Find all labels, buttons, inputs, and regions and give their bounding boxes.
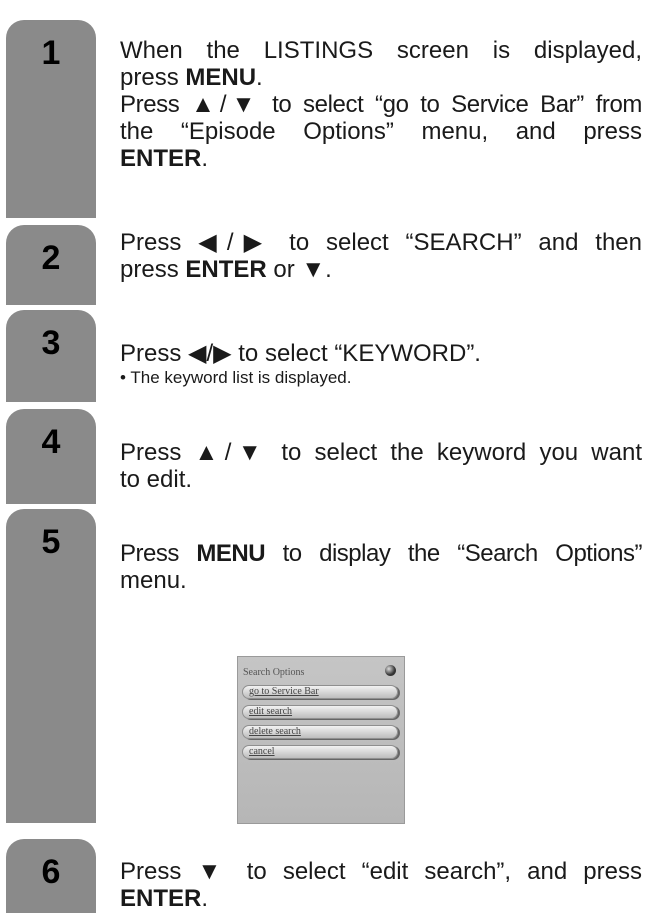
step-2-line-2: press ENTER or ▼. [120, 256, 332, 283]
step-4-line-2: to edit. [120, 466, 193, 493]
step-1-line-5: ENTER. [120, 145, 209, 172]
step-2-text: Press ◀/▶ to select “SEARCH” and then pr… [120, 229, 642, 283]
search-options-menu: Search Options go to Service Bar edit se… [237, 656, 405, 824]
step-1-text: When the LISTINGS screen is displayed, p… [120, 37, 642, 172]
step-1-number: 1 [41, 34, 61, 72]
enter-key: ENTER [120, 885, 202, 912]
step-1-tab: 1 [6, 20, 96, 218]
step-4-number: 4 [41, 423, 61, 461]
step-3-tab: 3 [6, 310, 96, 402]
menu-item-go-to-service-bar[interactable]: go to Service Bar [242, 685, 398, 699]
step-3-text: Press ◀/▶ to select “KEYWORD”. • The key… [120, 340, 642, 388]
step-5-tab: 5 [6, 509, 96, 823]
step-5-line-2: menu. [120, 567, 187, 594]
step-5-text: Press MENU to display the “Search Option… [120, 540, 642, 594]
step-2-number: 2 [41, 239, 61, 277]
step-1-line-2: press MENU. [120, 64, 263, 91]
step-6-number: 6 [41, 853, 61, 891]
step-1-line-1: When the LISTINGS screen is displayed, [120, 37, 642, 64]
step-1-line-4: the “Episode Options” menu, and press [120, 118, 642, 145]
menu-item-edit-search[interactable]: edit search [242, 705, 398, 719]
step-4-text: Press ▲/▼ to select the keyword you want… [120, 439, 642, 493]
step-6-text: Press ▼ to select “edit search”, and pre… [120, 858, 642, 912]
step-6-tab: 6 [6, 839, 96, 913]
step-2-tab: 2 [6, 225, 96, 305]
enter-key: ENTER [120, 145, 202, 172]
step-5-number: 5 [41, 523, 61, 561]
step-2-line-1: Press ◀/▶ to select “SEARCH” and then [120, 229, 642, 256]
step-4-line-1: Press ▲/▼ to select the keyword you want [120, 439, 642, 466]
search-options-title: Search Options [243, 667, 305, 678]
step-3-line-1: Press ◀/▶ to select “KEYWORD”. [120, 340, 481, 367]
step-5-line-1: Press MENU to display the “Search Option… [120, 540, 642, 567]
step-3-number: 3 [41, 324, 61, 362]
step-4-tab: 4 [6, 409, 96, 504]
menu-item-cancel[interactable]: cancel [242, 745, 398, 759]
enter-key: ENTER [185, 256, 267, 283]
menu-key: MENU [185, 64, 257, 91]
menu-key: MENU [196, 540, 266, 567]
step-6-line-2: ENTER. [120, 885, 209, 912]
step-6-line-1: Press ▼ to select “edit search”, and pre… [120, 858, 642, 885]
step-3-note: • The keyword list is displayed. [120, 368, 352, 387]
menu-indicator-icon [385, 665, 396, 676]
menu-item-delete-search[interactable]: delete search [242, 725, 398, 739]
step-1-line-3: Press ▲/▼ to select “go to Service Bar” … [120, 91, 642, 118]
